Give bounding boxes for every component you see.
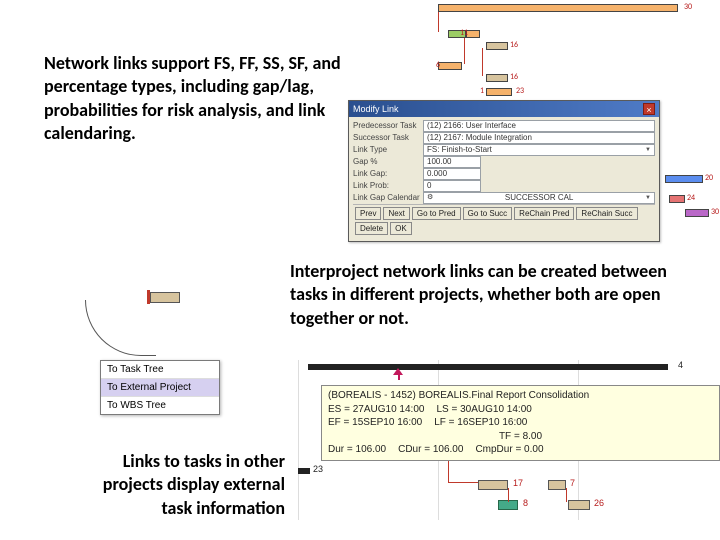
rechain-succ-button[interactable]: ReChain Succ xyxy=(576,207,637,220)
gap-pct-input[interactable]: 100.00 xyxy=(423,156,481,168)
gantt-bar xyxy=(486,74,508,82)
link-type-value: FS: Finish-to-Start xyxy=(427,145,492,155)
dialog-titlebar: Modify Link × xyxy=(349,101,659,117)
link-calendar-value: SUCCESSOR CAL xyxy=(505,193,573,203)
gantt-bar xyxy=(298,468,310,474)
delete-button[interactable]: Delete xyxy=(355,222,388,235)
external-task-gantt: 4 18 23 17 7 8 26 (BOREALIS - 1452) BORE… xyxy=(298,360,716,520)
link-line xyxy=(438,12,439,32)
link-type-label: Link Type xyxy=(353,145,423,154)
bar-label: 30 xyxy=(711,207,719,217)
menu-item-external-project[interactable]: To External Project xyxy=(101,379,219,397)
mini-gantt: 30 11 16 6 16 1 23 xyxy=(408,2,708,102)
tooltip-lf: LF = 16SEP10 16:00 xyxy=(434,416,527,430)
side-gantt: 20 24 30 xyxy=(665,155,720,235)
next-button[interactable]: Next xyxy=(383,207,409,220)
bar-label: 6 xyxy=(436,60,440,70)
menu-item-wbs-tree[interactable]: To WBS Tree xyxy=(101,397,219,414)
tooltip-cdur: CDur = 106.00 xyxy=(398,443,463,457)
pointer-arc xyxy=(85,300,156,356)
bar-label: 7 xyxy=(570,478,575,488)
bar-label: 16 xyxy=(510,40,518,50)
tooltip-cmpdur: CmpDur = 0.00 xyxy=(475,443,543,457)
gantt-bar xyxy=(486,88,512,96)
bar-label: 8 xyxy=(523,498,528,508)
link-line xyxy=(566,488,567,502)
link-prob-label: Link Prob: xyxy=(353,181,423,190)
link-line xyxy=(482,48,483,76)
gap-pct-label: Gap % xyxy=(353,157,423,166)
tooltip-ef: EF = 15SEP10 16:00 xyxy=(328,416,422,430)
link-line xyxy=(448,460,449,482)
bar-label: 16 xyxy=(510,72,518,82)
link-line xyxy=(464,38,465,64)
gantt-bar xyxy=(486,42,508,50)
bar-label: 23 xyxy=(313,464,323,474)
link-target-menu: To Task Tree To External Project To WBS … xyxy=(100,360,220,415)
link-line xyxy=(448,482,478,483)
link-gap-label: Link Gap: xyxy=(353,169,423,178)
gantt-bar xyxy=(669,195,685,203)
ok-button[interactable]: OK xyxy=(390,222,412,235)
gantt-bar xyxy=(665,175,703,183)
goto-succ-button[interactable]: Go to Succ xyxy=(463,207,513,220)
close-icon[interactable]: × xyxy=(643,103,655,115)
arrow-up-icon xyxy=(393,368,403,375)
tooltip-ls: LS = 30AUG10 14:00 xyxy=(436,403,531,417)
caption-network-links: Network links support FS, FF, SS, SF, an… xyxy=(44,52,349,146)
link-line xyxy=(508,488,509,502)
successor-label: Successor Task xyxy=(353,133,423,142)
bar-label: 26 xyxy=(594,498,604,508)
modify-link-dialog: Modify Link × Predecessor Task (12) 2166… xyxy=(348,100,660,242)
bar-label: 17 xyxy=(513,478,523,488)
mid-left-sketch xyxy=(85,290,180,340)
tooltip-es: ES = 27AUG10 14:00 xyxy=(328,403,424,417)
tooltip-title: (BOREALIS - 1452) BOREALIS.Final Report … xyxy=(328,389,713,403)
prev-button[interactable]: Prev xyxy=(355,207,381,220)
rechain-pred-button[interactable]: ReChain Pred xyxy=(514,207,574,220)
gantt-bar xyxy=(685,209,709,217)
gantt-bar xyxy=(548,480,566,490)
gantt-bar xyxy=(438,62,462,70)
gantt-bar xyxy=(438,4,678,12)
goto-pred-button[interactable]: Go to Pred xyxy=(412,207,461,220)
bar-label: 20 xyxy=(705,173,713,183)
caption-external-task-info: Links to tasks in other projects display… xyxy=(80,450,285,520)
bar-label: 30 xyxy=(684,2,692,12)
summary-bar xyxy=(308,364,668,370)
menu-item-task-tree[interactable]: To Task Tree xyxy=(101,361,219,379)
link-type-select[interactable]: FS: Finish-to-Start ▼ xyxy=(423,144,655,156)
successor-value: (12) 2167: Module Integration xyxy=(423,132,655,144)
predecessor-label: Predecessor Task xyxy=(353,121,423,130)
predecessor-value: (12) 2166: User Interface xyxy=(423,120,655,132)
tooltip-dur: Dur = 106.00 xyxy=(328,443,386,457)
caption-interproject-links: Interproject network links can be create… xyxy=(290,260,670,330)
chevron-down-icon: ▼ xyxy=(645,145,651,155)
bar-label: 23 xyxy=(516,86,524,96)
gantt-bar xyxy=(568,500,590,510)
gantt-bar xyxy=(478,480,508,490)
bar-label: 11 xyxy=(460,28,468,38)
link-prob-input[interactable]: 0 xyxy=(423,180,481,192)
bar-label: 1 xyxy=(480,86,484,96)
tooltip-tf: TF = 8.00 xyxy=(328,430,713,444)
bar-label: 24 xyxy=(687,193,695,203)
external-task-tooltip: (BOREALIS - 1452) BOREALIS.Final Report … xyxy=(321,385,720,461)
link-calendar-label: Link Gap Calendar xyxy=(353,193,423,202)
link-gap-input[interactable]: 0.000 xyxy=(423,168,481,180)
link-calendar-select[interactable]: ⚙ SUCCESSOR CAL ▼ xyxy=(423,192,655,204)
bar-label: 4 xyxy=(678,360,683,370)
dialog-title-text: Modify Link xyxy=(353,104,399,114)
chevron-down-icon: ▼ xyxy=(645,193,651,203)
